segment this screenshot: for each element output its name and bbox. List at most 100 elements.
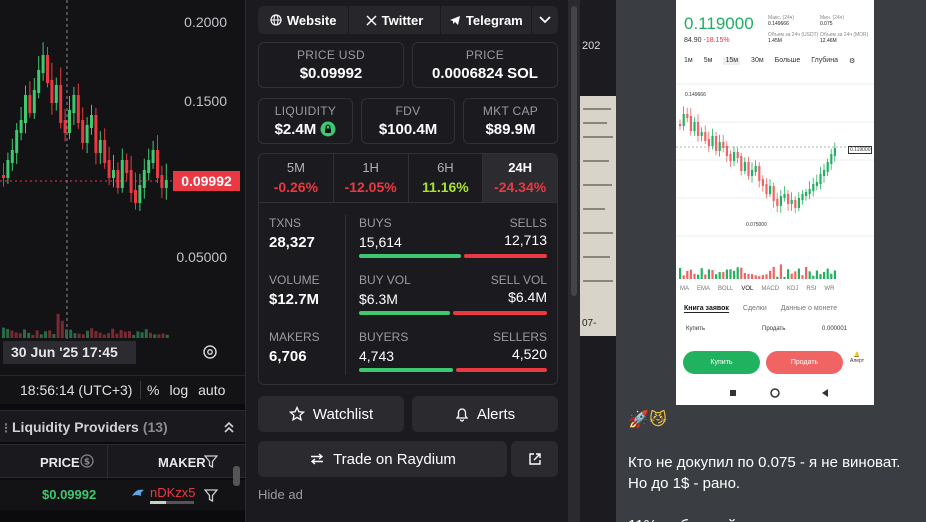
social-links: Website Twitter Telegram	[258, 6, 558, 34]
fdv-value: $100.4M	[378, 121, 438, 138]
table-row[interactable]: $0.09992 nDKzx5	[0, 480, 245, 510]
phone-candle-body	[765, 184, 768, 194]
volume-bar	[39, 334, 43, 338]
exchange-screenshot[interactable]: 0.119000 84.90 -18.15% Макс. (24ч) 0.1496…	[676, 0, 874, 405]
phone-candle-body	[711, 136, 714, 146]
more-links-button[interactable]	[532, 6, 558, 34]
candle-body	[46, 55, 49, 83]
buy-sell-volume-bar	[359, 311, 547, 315]
candle-body	[156, 150, 159, 178]
phone-candle-body	[819, 174, 822, 184]
phone-candle-body	[779, 196, 782, 206]
volume-bar	[23, 329, 26, 338]
phone-volume-bar	[758, 276, 761, 279]
alerts-button[interactable]: Alerts	[412, 396, 558, 432]
percent-scale-toggle[interactable]: %	[147, 382, 159, 398]
telegram-icon	[449, 15, 460, 25]
tab-1h[interactable]: 1H -12.05%	[334, 154, 409, 202]
volume-bar	[132, 334, 136, 338]
chevron-down-icon	[539, 16, 551, 24]
tab-24h[interactable]: 24H -24.34%	[483, 154, 557, 202]
phone-volume-bar	[711, 270, 714, 279]
log-scale-toggle[interactable]: log	[169, 382, 188, 398]
price-column-header[interactable]: PRICE	[40, 455, 80, 470]
liquidity-providers-count: (13)	[142, 418, 168, 435]
candle-body	[28, 95, 32, 113]
phone-volume-bar	[754, 275, 757, 279]
candle-body	[59, 85, 63, 123]
phone-volume-bar	[815, 270, 818, 279]
volume-bar	[31, 334, 35, 338]
phone-buy-button: Купить	[683, 351, 760, 374]
globe-icon	[270, 14, 282, 26]
phone-volume-bar	[779, 264, 782, 279]
phone-candle-body	[787, 194, 790, 204]
gear-icon[interactable]	[201, 343, 219, 361]
trade-on-raydium-button[interactable]: Trade on Raydium	[258, 441, 507, 477]
y-tick-label: 0.1500	[184, 93, 227, 109]
phone-candle-body	[826, 162, 829, 172]
phone-volume-bar	[689, 269, 692, 279]
phone-candle-body	[790, 200, 793, 204]
txns-stat: TXNS 28,327	[269, 216, 315, 251]
watchlist-button[interactable]: Watchlist	[258, 396, 404, 432]
candle-body	[85, 125, 89, 143]
phone-candle-body	[743, 162, 746, 171]
phone-candle-body	[805, 192, 808, 196]
swap-arrows-icon	[310, 453, 324, 465]
twitter-button[interactable]: Twitter	[349, 6, 441, 34]
maker-column-header[interactable]: MAKER	[158, 455, 206, 470]
phone-candle-body	[815, 182, 818, 186]
trade-stats: TXNS 28,327 VOLUME $12.7M MAKERS 6,706 B…	[258, 203, 558, 385]
price-usd-value: $0.09992	[299, 65, 363, 82]
price-chart-panel[interactable]: 0.2000 0.1500 0.05000 0.09992 30 Jun '25…	[0, 0, 245, 404]
website-button[interactable]: Website	[258, 6, 350, 34]
phone-candle-body	[736, 152, 739, 158]
phone-candle-body	[808, 189, 811, 194]
phone-candle-body	[715, 136, 718, 151]
candle-body	[15, 130, 19, 153]
phone-volume-bar	[772, 266, 775, 279]
phone-volume-bar	[765, 274, 768, 279]
filter-icon[interactable]	[204, 489, 218, 502]
candle-body	[19, 120, 23, 133]
buys-sells-stat: BUYS SELLS 15,614 12,713	[359, 216, 547, 258]
auto-scale-toggle[interactable]: auto	[198, 382, 225, 398]
row-price: $0.09992	[42, 487, 97, 502]
hide-ad-link[interactable]: Hide ad	[258, 487, 303, 502]
lock-icon[interactable]	[320, 121, 336, 137]
volume-bar	[161, 333, 165, 338]
row-maker[interactable]: nDKzx5	[150, 485, 196, 500]
collapse-icon[interactable]	[223, 420, 235, 434]
tab-5m[interactable]: 5M -0.26%	[259, 154, 334, 202]
price-native-box: PRICE 0.0006824 SOL	[412, 42, 558, 88]
panel-scrollbar[interactable]	[568, 0, 580, 522]
filter-icon[interactable]	[204, 455, 218, 468]
volume-bar	[153, 334, 157, 338]
phone-volume-bar	[679, 267, 682, 279]
dollar-icon[interactable]: $	[80, 454, 94, 468]
liquidity-providers-header[interactable]: ⋮ Liquidity Providers (13)	[0, 410, 245, 442]
phone-volume-bar	[682, 275, 685, 279]
volume-bar	[115, 333, 119, 338]
volume-bar	[90, 328, 94, 338]
phone-candle-body	[747, 162, 750, 176]
candle-body	[94, 115, 98, 153]
phone-volume-bar	[783, 276, 786, 279]
external-link-button[interactable]	[511, 441, 558, 477]
telegram-button[interactable]: Telegram	[441, 6, 532, 34]
volume-bar	[65, 329, 68, 338]
candle-body	[125, 160, 129, 173]
phone-volume-bar	[776, 276, 779, 279]
tab-6h[interactable]: 6H 11.16%	[409, 154, 484, 202]
phone-indicator-menu: MA EMA BOLL VOL MACD KDJ RSI WR	[680, 286, 835, 292]
phone-volume-bar	[722, 272, 725, 279]
phone-volume-bar	[801, 275, 804, 279]
phone-candle-body	[833, 148, 836, 156]
candle-body	[90, 115, 93, 128]
volume-bar	[140, 332, 144, 338]
volume-bar	[44, 331, 47, 338]
candle-body	[76, 95, 80, 123]
price-native-value: 0.0006824 SOL	[432, 65, 538, 82]
scrollbar-thumb[interactable]	[233, 466, 240, 486]
